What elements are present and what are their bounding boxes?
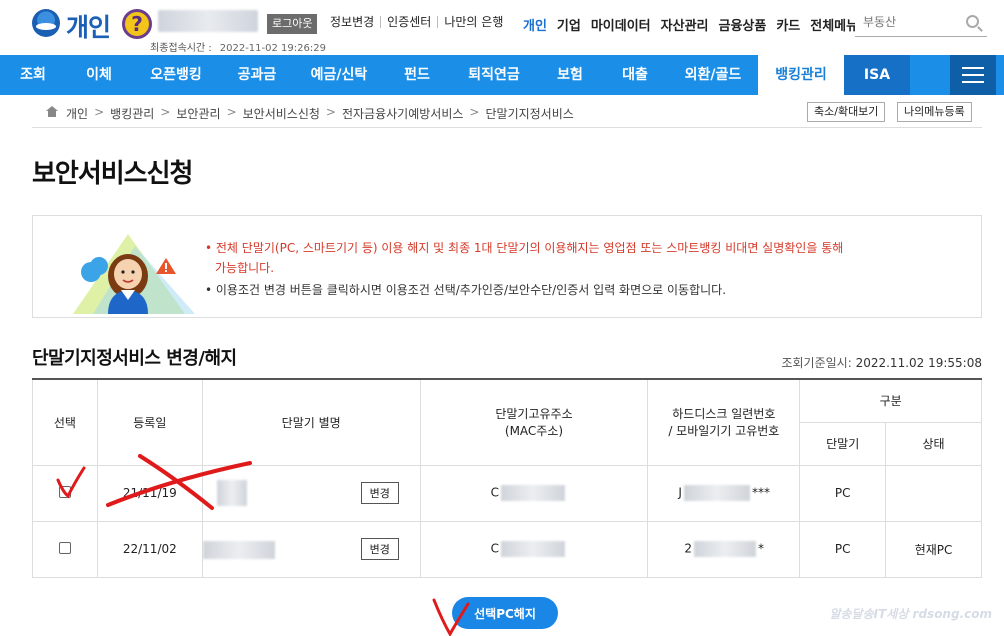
th-hdd: 하드디스크 일련번호 / 모바일기기 고유번호	[647, 378, 801, 466]
th-device: 단말기	[799, 421, 887, 466]
nav-item-utilities[interactable]: 공과금	[220, 55, 294, 95]
notice-line-1: • 전체 단말기(PC, 스마트기기 등) 이용 해지 및 최종 1대 단말기의…	[205, 241, 844, 255]
notice-box: • 전체 단말기(PC, 스마트기기 등) 이용 해지 및 최종 1대 단말기의…	[32, 215, 982, 318]
alias-redacted	[202, 540, 275, 559]
edit-alias-button[interactable]: 변경	[360, 538, 399, 560]
query-time-label: 조회기준일시:	[781, 356, 852, 370]
row-device: PC	[799, 520, 887, 578]
nav-item-transfer[interactable]: 이체	[66, 55, 132, 95]
watermark: 알송달송IT세상 rdsong.com	[829, 607, 992, 621]
hdd-suffix: ***	[751, 485, 770, 500]
cancel-selected-pc-button[interactable]: 선택PC해지	[452, 597, 558, 629]
th-category: 구분	[799, 378, 982, 423]
row-status	[885, 464, 982, 522]
query-time: 조회기준일시: 2022.11.02 19:55:08	[781, 354, 982, 371]
nav-item-open-banking[interactable]: 오픈뱅킹	[132, 55, 220, 95]
hamburger-menu-icon[interactable]	[950, 55, 996, 95]
nav-item-loan[interactable]: 대출	[602, 55, 668, 95]
breadcrumb-item[interactable]: 뱅킹관리	[110, 105, 154, 122]
nav-item-isa[interactable]: ISA	[844, 55, 910, 95]
breadcrumb-item[interactable]: 전자금융사기예방서비스	[342, 105, 463, 122]
last-login: 최종접속시간 : 2022-11-02 19:26:29	[150, 39, 326, 54]
util-link-profile[interactable]: 정보변경	[330, 16, 380, 28]
th-mac-line2: (MAC주소)	[504, 424, 564, 439]
page-title: 보안서비스신청	[32, 159, 193, 189]
th-status: 상태	[885, 421, 982, 466]
top-menu-card[interactable]: 카드	[776, 15, 800, 34]
nav-item-deposit[interactable]: 예금/신탁	[294, 55, 384, 95]
row-status: 현재PC	[885, 520, 982, 578]
th-mac-line1: 단말기고유주소	[495, 407, 573, 422]
row-checkbox[interactable]	[58, 541, 71, 554]
table-row: 21/11/19 변경 C J *** PC	[32, 464, 982, 522]
row-checkbox[interactable]	[58, 485, 71, 498]
table-row: 22/11/02 변경 C 2 * PC 현재PC	[32, 520, 982, 578]
notice-line-1b: 가능합니다.	[215, 261, 275, 275]
alias-redacted	[216, 480, 247, 506]
section-title: 단말기지정서비스 변경/해지	[32, 348, 237, 369]
nav-item-fx-gold[interactable]: 외환/골드	[668, 55, 758, 95]
hdd-prefix: 2	[684, 541, 693, 556]
nav-item-insurance[interactable]: 보험	[538, 55, 602, 95]
hdd-redacted	[694, 541, 757, 557]
util-link-my-bank[interactable]: 나만의 은행	[437, 16, 509, 28]
top-menu-business[interactable]: 기업	[557, 15, 581, 34]
breadcrumb-item-current: 단말기지정서비스	[485, 107, 574, 121]
top-menu-mydata[interactable]: 마이데이터	[591, 15, 651, 34]
util-link-auth-center[interactable]: 인증센터	[380, 16, 437, 28]
th-mac: 단말기고유주소 (MAC주소)	[419, 378, 649, 466]
search-input[interactable]	[855, 9, 955, 35]
mac-prefix: C	[490, 485, 499, 500]
last-login-label: 최종접속시간 :	[150, 43, 212, 54]
breadcrumb: 개인 > 뱅킹관리 > 보안관리 > 보안서비스신청 > 전자금융사기예방서비스 > 단말…	[32, 96, 982, 128]
notice-text: • 전체 단말기(PC, 스마트기기 등) 이용 해지 및 최종 1대 단말기의…	[205, 238, 975, 300]
mac-redacted	[500, 485, 565, 501]
notice-line-2: • 이용조건 변경 버튼을 클릭하시면 이용조건 선택/추가인증/보안수단/인증…	[205, 283, 727, 297]
nav-item-fund[interactable]: 펀드	[384, 55, 450, 95]
logo-text[interactable]: 개인	[66, 8, 111, 44]
top-menu-all[interactable]: 전체메뉴	[810, 15, 858, 34]
th-hdd-line2: / 모바일기기 고유번호	[668, 424, 780, 439]
query-time-value: 2022.11.02 19:55:08	[855, 356, 982, 370]
nav-item-inquiry[interactable]: 조회	[0, 55, 66, 95]
top-menu-asset[interactable]: 자산관리	[661, 15, 709, 34]
nav-item-banking-mgmt[interactable]: 뱅킹관리	[758, 55, 844, 95]
bank-logo-icon[interactable]	[32, 9, 60, 37]
nav-item-pension[interactable]: 퇴직연금	[450, 55, 538, 95]
zoom-button[interactable]: 축소/확대보기	[807, 102, 886, 122]
th-hdd-line1: 하드디스크 일련번호	[672, 407, 776, 422]
top-menu-products[interactable]: 금융상품	[719, 15, 767, 34]
edit-alias-button[interactable]: 변경	[360, 481, 399, 504]
mac-redacted	[500, 541, 565, 557]
home-icon[interactable]	[46, 106, 58, 117]
top-header: 개인 ? 로그아웃 정보변경 인증센터 나만의 은행 최종접속시간 : 2022-…	[0, 0, 1004, 55]
search-box	[855, 9, 987, 37]
search-icon[interactable]	[966, 15, 979, 28]
last-login-value: 2022-11-02 19:26:29	[219, 43, 326, 54]
help-icon[interactable]: ?	[122, 9, 152, 39]
breadcrumb-item[interactable]: 보안서비스신청	[243, 105, 320, 122]
hdd-suffix: *	[758, 541, 765, 556]
mac-prefix: C	[490, 541, 499, 556]
row-reg-date: 22/11/02	[96, 520, 203, 578]
notice-illustration-icon	[73, 234, 195, 314]
top-menu: 개인 기업 마이데이터 자산관리 금융상품 카드 전체메뉴	[523, 15, 868, 34]
top-menu-personal[interactable]: 개인	[523, 15, 547, 34]
th-alias: 단말기 별명	[201, 378, 421, 466]
util-links: 정보변경 인증센터 나만의 은행	[330, 16, 509, 28]
th-reg-date: 등록일	[96, 378, 203, 466]
hdd-prefix: J	[678, 485, 682, 500]
row-device: PC	[799, 464, 887, 522]
device-table: 선택 등록일 단말기 별명 단말기고유주소 (MAC주소) 하드디스크 일련번호…	[32, 378, 982, 578]
breadcrumb-item[interactable]: 개인	[66, 105, 88, 122]
breadcrumb-item[interactable]: 보안관리	[176, 105, 220, 122]
my-menu-register-button[interactable]: 나의메뉴등록	[897, 102, 972, 122]
th-select: 선택	[32, 378, 98, 466]
hdd-redacted	[683, 485, 750, 501]
logout-button[interactable]: 로그아웃	[267, 14, 318, 34]
main-nav: 조회 이체 오픈뱅킹 공과금 예금/신탁 펀드 퇴직연금 보험 대출 외환/골드…	[0, 55, 1004, 95]
row-reg-date: 21/11/19	[96, 464, 203, 522]
user-name-redacted	[158, 10, 258, 32]
